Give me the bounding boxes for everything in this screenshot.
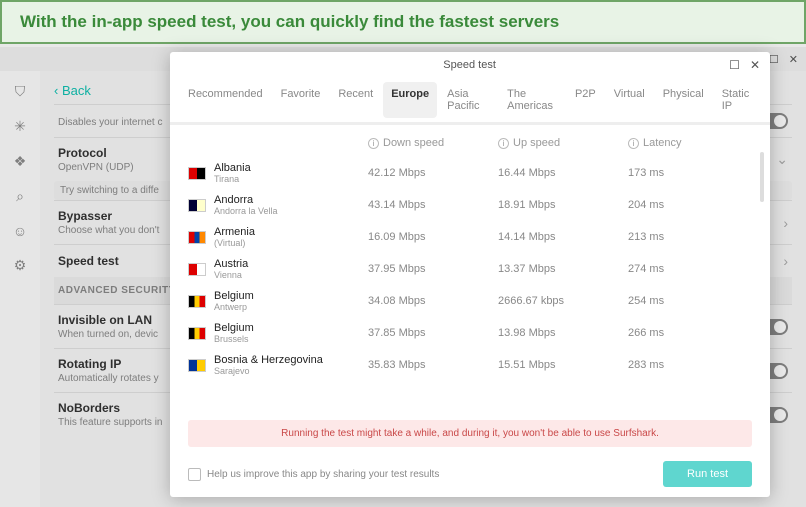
- latency: 213 ms: [628, 231, 708, 243]
- flag-icon: [188, 231, 206, 244]
- down-speed: 37.85 Mbps: [368, 327, 498, 339]
- flag-icon: [188, 359, 206, 372]
- up-speed: 18.91 Mbps: [498, 199, 628, 211]
- caption-banner: With the in-app speed test, you can quic…: [0, 0, 806, 44]
- user-icon[interactable]: ☺: [13, 223, 27, 239]
- tab-the-americas[interactable]: The Americas: [499, 82, 565, 118]
- scrollbar[interactable]: [760, 152, 764, 202]
- down-speed: 42.12 Mbps: [368, 167, 498, 179]
- city-name: (Virtual): [214, 238, 368, 248]
- server-row[interactable]: Bosnia & HerzegovinaSarajevo35.83 Mbps15…: [188, 349, 752, 381]
- country-name: Bosnia & Herzegovina: [214, 354, 368, 366]
- up-speed: 14.14 Mbps: [498, 231, 628, 243]
- country-name: Albania: [214, 162, 368, 174]
- tab-virtual[interactable]: Virtual: [606, 82, 653, 118]
- tab-favorite[interactable]: Favorite: [273, 82, 329, 118]
- latency: 266 ms: [628, 327, 708, 339]
- region-tabs: RecommendedFavoriteRecentEuropeAsia Paci…: [170, 78, 770, 125]
- up-speed: 13.98 Mbps: [498, 327, 628, 339]
- down-speed: 35.83 Mbps: [368, 359, 498, 371]
- city-name: Brussels: [214, 334, 368, 344]
- chevron-right-icon[interactable]: ›: [783, 253, 788, 269]
- tab-p2p[interactable]: P2P: [567, 82, 604, 118]
- up-speed: 15.51 Mbps: [498, 359, 628, 371]
- latency: 274 ms: [628, 263, 708, 275]
- down-speed: 37.95 Mbps: [368, 263, 498, 275]
- server-row[interactable]: BelgiumAntwerp34.08 Mbps2666.67 kbps254 …: [188, 285, 752, 317]
- latency: 173 ms: [628, 167, 708, 179]
- tab-static-ip[interactable]: Static IP: [714, 82, 760, 118]
- down-speed: 43.14 Mbps: [368, 199, 498, 211]
- flag-icon: [188, 295, 206, 308]
- speedtest-modal: Speed test ☐ ✕ RecommendedFavoriteRecentE…: [170, 52, 770, 497]
- info-icon: i: [368, 138, 379, 149]
- server-list: AlbaniaTirana42.12 Mbps16.44 Mbps173 msA…: [170, 157, 770, 416]
- down-speed: 16.09 Mbps: [368, 231, 498, 243]
- server-row[interactable]: Armenia(Virtual)16.09 Mbps14.14 Mbps213 …: [188, 221, 752, 253]
- search-icon[interactable]: ⌕: [16, 188, 24, 205]
- sidebar: ⛉ ✳ ❖ ⌕ ☺ ⚙: [0, 71, 40, 507]
- flag-icon: [188, 327, 206, 340]
- modal-title: Speed test: [210, 59, 729, 71]
- tab-europe[interactable]: Europe: [383, 82, 437, 118]
- chevron-down-icon[interactable]: ⌄: [776, 151, 788, 168]
- city-name: Antwerp: [214, 302, 368, 312]
- country-name: Armenia: [214, 226, 368, 238]
- info-icon: i: [628, 138, 639, 149]
- table-headers: iDown speed iUp speed iLatency: [170, 125, 770, 157]
- tab-recommended[interactable]: Recommended: [180, 82, 271, 118]
- maximize-icon[interactable]: ☐: [729, 58, 740, 72]
- server-row[interactable]: AndorraAndorra la Vella43.14 Mbps18.91 M…: [188, 189, 752, 221]
- tab-asia-pacific[interactable]: Asia Pacific: [439, 82, 497, 118]
- server-row[interactable]: BelgiumBrussels37.85 Mbps13.98 Mbps266 m…: [188, 317, 752, 349]
- latency: 204 ms: [628, 199, 708, 211]
- server-row[interactable]: AustriaVienna37.95 Mbps13.37 Mbps274 ms: [188, 253, 752, 285]
- server-row[interactable]: AlbaniaTirana42.12 Mbps16.44 Mbps173 ms: [188, 157, 752, 189]
- bug-icon[interactable]: ✳: [14, 118, 26, 135]
- tab-physical[interactable]: Physical: [655, 82, 712, 118]
- latency: 283 ms: [628, 359, 708, 371]
- gear-icon[interactable]: ⚙: [14, 257, 27, 274]
- city-name: Andorra la Vella: [214, 206, 368, 216]
- antivirus-icon[interactable]: ❖: [14, 153, 27, 170]
- country-name: Belgium: [214, 290, 368, 302]
- city-name: Tirana: [214, 174, 368, 184]
- country-name: Austria: [214, 258, 368, 270]
- chevron-right-icon[interactable]: ›: [783, 215, 788, 231]
- country-name: Belgium: [214, 322, 368, 334]
- flag-icon: [188, 263, 206, 276]
- tab-recent[interactable]: Recent: [330, 82, 381, 118]
- flag-icon: [188, 199, 206, 212]
- warning-banner: Running the test might take a while, and…: [188, 420, 752, 447]
- flag-icon: [188, 167, 206, 180]
- up-speed: 13.37 Mbps: [498, 263, 628, 275]
- info-icon: i: [498, 138, 509, 149]
- down-speed: 34.08 Mbps: [368, 295, 498, 307]
- up-speed: 16.44 Mbps: [498, 167, 628, 179]
- latency: 254 ms: [628, 295, 708, 307]
- up-speed: 2666.67 kbps: [498, 295, 628, 307]
- maximize-icon[interactable]: ☐: [769, 53, 779, 66]
- close-icon[interactable]: ✕: [789, 53, 798, 66]
- share-checkbox[interactable]: Help us improve this app by sharing your…: [188, 468, 439, 481]
- run-test-button[interactable]: Run test: [663, 461, 752, 487]
- shield-icon[interactable]: ⛉: [15, 83, 26, 100]
- city-name: Vienna: [214, 270, 368, 280]
- country-name: Andorra: [214, 194, 368, 206]
- close-icon[interactable]: ✕: [750, 58, 760, 72]
- city-name: Sarajevo: [214, 366, 368, 376]
